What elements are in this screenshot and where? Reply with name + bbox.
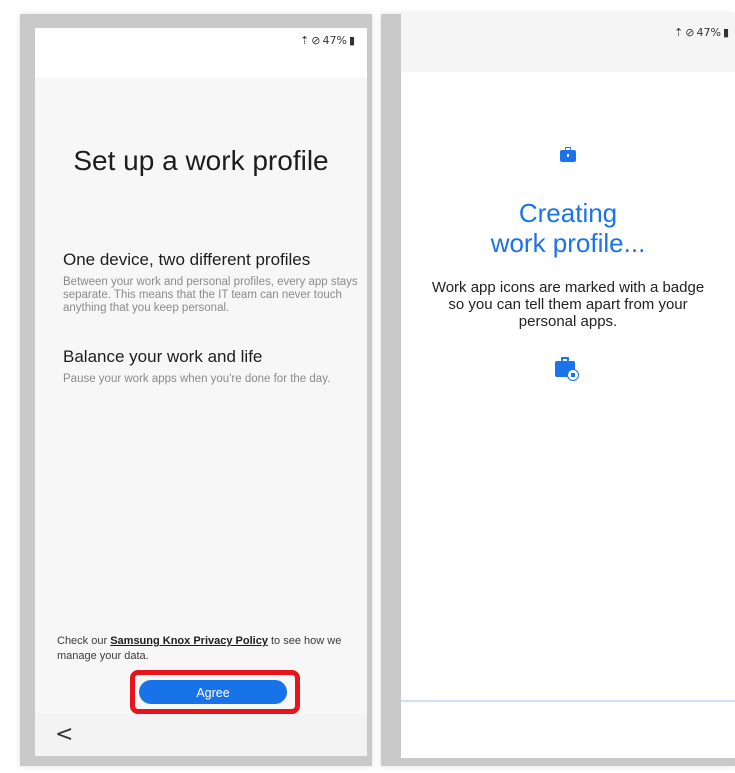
badged-briefcase-icon: [555, 357, 579, 381]
section-heading: One device, two different profiles: [63, 250, 311, 269]
privacy-notice: Check our Samsung Knox Privacy Policy to…: [57, 634, 357, 664]
battery-icon: ▮: [722, 26, 729, 39]
wifi-icon: ⇡: [674, 26, 684, 39]
battery-percent: 47%: [322, 34, 347, 47]
setup-screen: ⇡ ⊘ 47% ▮ Set up a work profile One devi…: [35, 28, 367, 756]
top-strip: [401, 14, 735, 72]
bottom-area: [401, 702, 735, 758]
wifi-icon: ⇡: [300, 34, 310, 47]
privacy-policy-link[interactable]: Samsung Knox Privacy Policy: [110, 635, 268, 647]
agree-button[interactable]: Agree: [139, 680, 287, 704]
page-title: Set up a work profile: [73, 145, 329, 176]
section-body: Pause your work apps when you're done fo…: [63, 373, 331, 385]
section-balance: Balance your work and life Pause your wo…: [63, 347, 363, 386]
briefcase-icon: [560, 147, 576, 162]
right-phone-frame: ⇡ ⊘ 47% ▮ Creating work profile... Work …: [381, 14, 735, 766]
bottom-nav-bar: <: [35, 714, 367, 756]
creating-screen: ⇡ ⊘ 47% ▮ Creating work profile... Work …: [401, 14, 735, 758]
privacy-prefix: Check our: [57, 635, 111, 647]
section-profiles: One device, two different profiles Betwe…: [63, 250, 363, 315]
section-body: Between your work and personal profiles,…: [63, 276, 358, 314]
creating-title-line1: Creating: [518, 198, 618, 228]
creating-title-line2: work profile...: [490, 228, 646, 258]
creating-title: Creating work profile...: [401, 198, 735, 258]
lock-badge-icon: [567, 369, 579, 381]
battery-percent: 47%: [696, 26, 721, 39]
do-not-disturb-icon: ⊘: [685, 26, 695, 39]
back-icon[interactable]: <: [55, 722, 73, 747]
creating-description: Work app icons are marked with a badge s…: [431, 279, 705, 330]
status-bar: ⇡ ⊘ 47% ▮: [674, 26, 729, 39]
stage: ⇡ ⊘ 47% ▮ Set up a work profile One devi…: [0, 0, 735, 773]
battery-icon: ▮: [348, 34, 355, 47]
do-not-disturb-icon: ⊘: [311, 34, 321, 47]
section-heading: Balance your work and life: [63, 347, 263, 366]
status-bar: ⇡ ⊘ 47% ▮: [300, 34, 355, 47]
left-phone-frame: ⇡ ⊘ 47% ▮ Set up a work profile One devi…: [20, 14, 372, 766]
